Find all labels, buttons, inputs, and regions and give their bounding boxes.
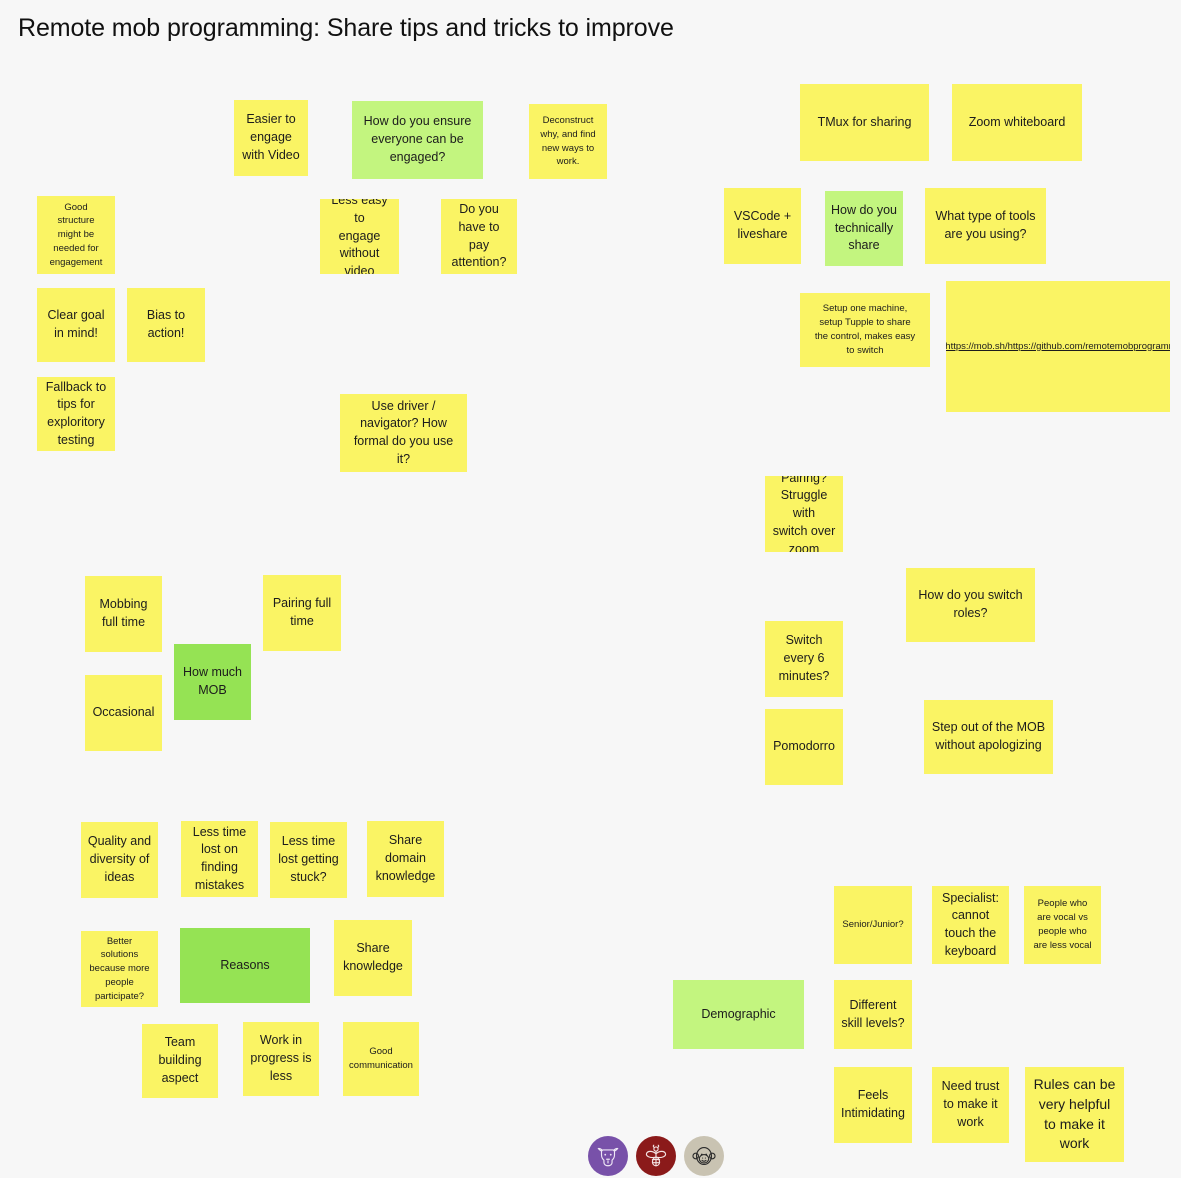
sticky-note-text: Better solutions because more people par… <box>89 935 150 1002</box>
monkey-icon <box>691 1143 717 1169</box>
sticky-note-text: Rules can be very helpful to make it wor… <box>1033 1076 1116 1152</box>
sticky-note-zoom-whiteboard[interactable]: Zoom whiteboard <box>952 84 1082 161</box>
sticky-note-demographic[interactable]: Demographic <box>673 980 804 1049</box>
sticky-note-less-easy-to-engage-without-video[interactable]: Less easy to engage without video <box>320 199 399 274</box>
sticky-note-fallback-to-tips-for-exploritory-testing[interactable]: Fallback to tips for exploritory testing <box>37 377 115 451</box>
sticky-note-text: Clear goal in mind! <box>47 308 105 340</box>
sticky-note-text: TMux for sharing <box>817 114 912 129</box>
sticky-note-text: Zoom whiteboard <box>968 114 1066 129</box>
sticky-note-text: Bias to action! <box>146 308 186 340</box>
sticky-note-link[interactable]: https://github.com/remotemobprogramming/… <box>1008 340 1170 354</box>
sticky-note-text: Pairing? Struggle with switch over zoom <box>772 476 836 552</box>
sticky-note-work-in-progress-is-less[interactable]: Work in progress is less <box>243 1022 319 1096</box>
sticky-note-text: Specialist: cannot touch the keyboard <box>942 890 999 958</box>
sticky-note-text: Do you have to pay attention? <box>451 202 507 270</box>
sticky-note-step-out-of-the-mob-without-apologizing[interactable]: Step out of the MOB without apologizing <box>924 700 1053 774</box>
bee-avatar[interactable] <box>636 1136 676 1176</box>
sticky-note-text: Share knowledge <box>343 941 403 973</box>
sticky-note-what-type-of-tools-are-you-using[interactable]: What type of tools are you using? <box>925 188 1046 264</box>
sticky-note-text: Use driver / navigator? How formal do yo… <box>353 398 454 466</box>
sticky-note-text: Good communication <box>349 1046 413 1071</box>
sticky-note-clear-goal-in-mind[interactable]: Clear goal in mind! <box>37 288 115 362</box>
sticky-note-occasional[interactable]: Occasional <box>85 675 162 751</box>
sticky-note-text: Reasons <box>220 957 270 972</box>
sticky-note-easier-to-engage-with-video[interactable]: Easier to engage with Video <box>234 100 308 176</box>
sticky-note-text: Good structure might be needed for engag… <box>49 201 103 268</box>
sticky-note-text: Pairing full time <box>272 596 332 628</box>
sticky-note-good-communication[interactable]: Good communication <box>343 1022 419 1096</box>
collaborator-avatars <box>588 1136 724 1176</box>
sticky-note-different-skill-levels[interactable]: Different skill levels? <box>834 980 912 1049</box>
bee-icon <box>643 1143 669 1169</box>
sticky-note-setup-one-machine-tupple[interactable]: Setup one machine, setup Tupple to share… <box>800 293 930 367</box>
sticky-note-how-much-mob[interactable]: How much MOB <box>174 644 251 720</box>
goat-avatar[interactable] <box>588 1136 628 1176</box>
page-title: Remote mob programming: Share tips and t… <box>18 14 674 42</box>
sticky-note-good-structure-might-be-needed-for-engagement[interactable]: Good structure might be needed for engag… <box>37 196 115 274</box>
sticky-note-deconstruct-why-and-find-new-ways-to-work[interactable]: Deconstruct why, and find new ways to wo… <box>529 104 607 179</box>
sticky-note-text: Step out of the MOB without apologizing <box>931 720 1046 752</box>
sticky-note-need-trust-to-make-it-work[interactable]: Need trust to make it work <box>932 1067 1009 1143</box>
sticky-note-share-domain-knowledge[interactable]: Share domain knowledge <box>367 821 444 897</box>
sticky-note-text: Mobbing full time <box>99 597 148 629</box>
sticky-note-text: What type of tools are you using? <box>935 209 1036 241</box>
sticky-note-text: Team building aspect <box>158 1035 202 1085</box>
sticky-note-text: How do you ensure everyone can be engage… <box>363 114 472 164</box>
sticky-note-better-solutions-because-more-people-participate[interactable]: Better solutions because more people par… <box>81 931 158 1007</box>
sticky-note-less-time-lost-on-finding-mistakes[interactable]: Less time lost on finding mistakes <box>181 821 258 897</box>
sticky-note-pairing-struggle-with-switch-over-zoom[interactable]: Pairing? Struggle with switch over zoom <box>765 476 843 552</box>
sticky-note-tmux-for-sharing[interactable]: TMux for sharing <box>800 84 929 161</box>
sticky-note-text: Quality and diversity of ideas <box>87 834 152 884</box>
sticky-note-text: Deconstruct why, and find new ways to wo… <box>540 114 596 168</box>
sticky-note-text: Different skill levels? <box>841 997 905 1030</box>
sticky-note-text: Occasional <box>92 705 155 720</box>
sticky-note-reasons[interactable]: Reasons <box>180 928 310 1003</box>
sticky-note-mobbing-full-time[interactable]: Mobbing full time <box>85 576 162 652</box>
sticky-note-pomodorro[interactable]: Pomodorro <box>765 709 843 785</box>
sticky-note-text: Share domain knowledge <box>375 833 436 883</box>
sticky-note-switch-every-6-minutes[interactable]: Switch every 6 minutes? <box>765 621 843 697</box>
sticky-note-vscode-liveshare[interactable]: VSCode + liveshare <box>724 188 801 264</box>
sticky-note-text: Need trust to make it work <box>941 1079 1000 1129</box>
sticky-note-use-driver-navigator[interactable]: Use driver / navigator? How formal do yo… <box>340 394 467 472</box>
sticky-note-text: Less time lost getting stuck? <box>278 834 339 884</box>
sticky-note-specialist-cannot-touch-the-keyboard[interactable]: Specialist: cannot touch the keyboard <box>932 886 1009 964</box>
sticky-note-tool-for-swift-git-handover[interactable]: Tool for swift git handoverhttps://mob.s… <box>946 281 1170 412</box>
sticky-note-board[interactable]: Remote mob programming: Share tips and t… <box>0 0 1181 1178</box>
sticky-note-link[interactable]: https://mob.sh/ <box>946 340 1008 354</box>
goat-icon <box>595 1143 621 1169</box>
sticky-note-text: Work in progress is less <box>250 1033 312 1083</box>
sticky-note-text: Feels Intimidating <box>841 1088 905 1120</box>
sticky-note-do-you-have-to-pay-attention[interactable]: Do you have to pay attention? <box>441 199 517 274</box>
sticky-note-text: Setup one machine, setup Tupple to share… <box>814 303 916 356</box>
sticky-note-quality-and-diversity-of-ideas[interactable]: Quality and diversity of ideas <box>81 822 158 898</box>
sticky-note-text: Less time lost on finding mistakes <box>192 824 247 892</box>
sticky-note-text: Pomodorro <box>773 739 835 754</box>
sticky-note-text: VSCode + liveshare <box>733 209 792 241</box>
monkey-avatar[interactable] <box>684 1136 724 1176</box>
sticky-note-text: How do you switch roles? <box>918 588 1023 620</box>
sticky-note-text: Easier to engage with Video <box>242 112 300 162</box>
sticky-note-text: How much MOB <box>182 665 243 697</box>
sticky-note-pairing-full-time[interactable]: Pairing full time <box>263 575 341 651</box>
sticky-note-text: Senior/Junior? <box>842 919 904 931</box>
sticky-note-senior-junior[interactable]: Senior/Junior? <box>834 886 912 964</box>
sticky-note-team-building-aspect[interactable]: Team building aspect <box>142 1024 218 1098</box>
sticky-note-less-time-lost-getting-stuck[interactable]: Less time lost getting stuck? <box>270 822 347 898</box>
sticky-note-people-who-are-vocal-vs-people-who-are-less-vocal[interactable]: People who are vocal vs people who are l… <box>1024 886 1101 964</box>
sticky-note-text: Switch every 6 minutes? <box>778 633 830 683</box>
sticky-note-how-do-you-switch-roles[interactable]: How do you switch roles? <box>906 568 1035 642</box>
sticky-note-text: Less easy to engage without video <box>331 199 388 274</box>
sticky-note-text: Fallback to tips for exploritory testing <box>45 379 107 447</box>
sticky-note-bias-to-action[interactable]: Bias to action! <box>127 288 205 362</box>
sticky-note-text: How do you technically share <box>831 202 898 253</box>
sticky-note-how-do-you-ensure-everyone-can-be-engaged[interactable]: How do you ensure everyone can be engage… <box>352 101 483 179</box>
sticky-note-feels-intimidating[interactable]: Feels Intimidating <box>834 1067 912 1143</box>
sticky-note-how-do-you-technically-share[interactable]: How do you technically share <box>825 191 903 266</box>
sticky-note-share-knowledge[interactable]: Share knowledge <box>334 920 412 996</box>
sticky-note-text: People who are vocal vs people who are l… <box>1033 898 1092 951</box>
sticky-note-rules-can-be-very-helpful-to-make-it-work[interactable]: Rules can be very helpful to make it wor… <box>1025 1067 1124 1162</box>
sticky-note-text: Demographic <box>701 1006 776 1021</box>
